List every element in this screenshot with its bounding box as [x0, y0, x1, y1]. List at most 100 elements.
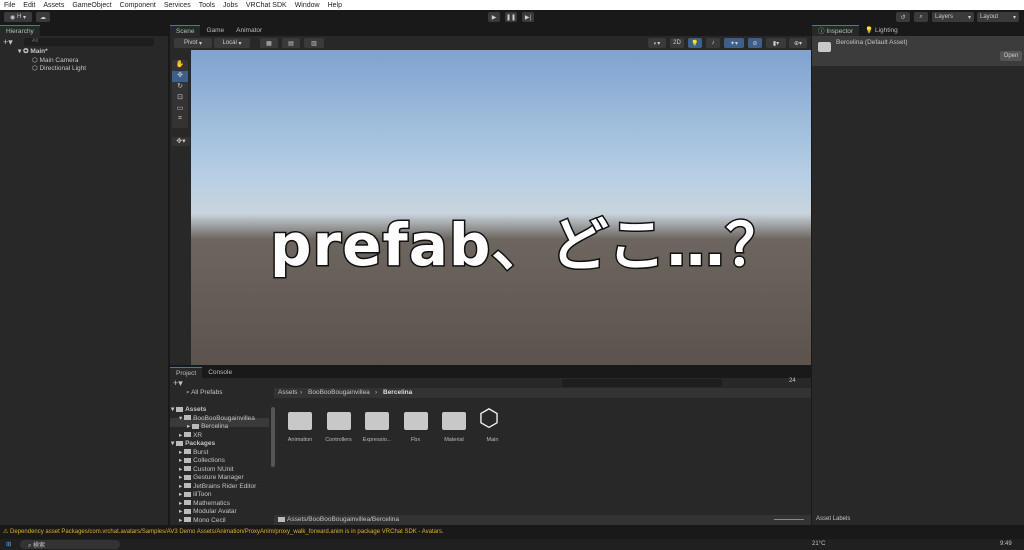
tab-lighting[interactable]: 💡 Lighting — [859, 25, 904, 36]
project-tree-item[interactable]: ▸ Gesture Manager — [179, 473, 244, 481]
hierarchy-item[interactable]: ⬡ Main Camera — [32, 56, 79, 64]
open-button[interactable]: Open — [1000, 51, 1022, 61]
project-tree-item[interactable]: ▸ JetBrains Rider Editor — [179, 482, 256, 490]
lighting-toggle-icon[interactable]: 💡 — [688, 38, 702, 48]
layers-dropdown[interactable]: Layers ▾ — [932, 12, 974, 22]
history-icon[interactable]: ↺ — [896, 12, 910, 22]
play-button[interactable]: ▶ — [488, 12, 500, 22]
increment-snap-button[interactable]: ▥ — [304, 38, 324, 48]
asset-item-label[interactable]: Expressio... — [357, 437, 397, 443]
folder-icon[interactable] — [442, 412, 466, 430]
add-button[interactable]: +▾ — [3, 37, 13, 48]
custom-tool-button[interactable]: ✥▾ — [172, 137, 190, 146]
menu-bar: File Edit Assets GameObject Component Se… — [0, 0, 1024, 10]
menu-tools[interactable]: Tools — [199, 2, 215, 9]
2d-toggle[interactable]: 2D — [670, 38, 684, 48]
camera-button[interactable]: ▮▾ — [766, 38, 786, 48]
project-tree-item[interactable]: ▾ Packages — [171, 439, 215, 447]
asset-item-label[interactable]: Main — [473, 437, 513, 443]
breadcrumb-assets[interactable]: Assets — [278, 389, 298, 396]
project-add-button[interactable]: +▾ — [173, 378, 183, 389]
asset-item-label[interactable]: Material — [434, 437, 474, 443]
transform-tool-icon[interactable]: ⌗ — [172, 115, 188, 126]
project-tree-item[interactable]: ▸ Mathematics — [179, 499, 230, 507]
menu-jobs[interactable]: Jobs — [223, 2, 238, 9]
project-tree-item[interactable]: ▸ Burst — [179, 448, 208, 456]
effects-toggle-icon[interactable]: ✦▾ — [724, 38, 744, 48]
gizmos-button[interactable]: ⊕▾ — [789, 38, 807, 48]
unity-scene-icon[interactable]: ⬡ — [479, 404, 500, 433]
project-tree-item[interactable]: ▸ Custom NUnit — [179, 465, 234, 473]
status-bar[interactable]: ⚠ Dependency asset Packages/com.vrchat.a… — [0, 527, 1024, 537]
scale-tool-icon[interactable]: ⊡ — [172, 93, 188, 104]
menu-services[interactable]: Services — [164, 2, 191, 9]
menu-vrchat-sdk[interactable]: VRChat SDK — [246, 2, 287, 9]
project-tree-item[interactable]: ▸ Collections — [179, 456, 225, 464]
menu-gameobject[interactable]: GameObject — [72, 2, 111, 9]
clock[interactable]: 9:49 — [1000, 541, 1012, 547]
move-tool-icon[interactable]: ✥ — [172, 71, 188, 82]
account-button[interactable]: ◉ H ▾ — [4, 12, 32, 22]
project-tree-item[interactable]: ▾ Assets — [171, 405, 206, 413]
project-tree-item[interactable]: ▾ BooBooBougainvillea — [179, 414, 255, 422]
tab-scene[interactable]: Scene — [170, 25, 201, 36]
layout-dropdown[interactable]: Layout ▾ — [977, 12, 1019, 22]
folder-icon[interactable] — [326, 412, 351, 430]
menu-file[interactable]: File — [4, 2, 15, 9]
taskbar-search[interactable]: ⌕ 検索 — [20, 540, 120, 549]
start-icon[interactable]: ⊞ — [6, 540, 11, 548]
draw-mode-button[interactable]: ◐▾ — [648, 38, 666, 48]
tab-inspector[interactable]: ⓘ Inspector — [812, 25, 860, 36]
tab-game[interactable]: Game — [200, 25, 230, 36]
weather[interactable]: 21°C — [812, 541, 825, 547]
tree-scrollbar[interactable] — [271, 407, 275, 467]
cloud-icon[interactable]: ☁ — [36, 12, 50, 22]
snap-button[interactable]: ▤ — [282, 38, 300, 48]
tab-project[interactable]: Project — [170, 367, 203, 378]
icon-size-slider[interactable] — [774, 519, 804, 520]
folder-icon[interactable] — [365, 412, 389, 430]
folder-icon[interactable] — [288, 412, 312, 430]
menu-assets[interactable]: Assets — [43, 2, 64, 9]
all-prefabs-filter[interactable]: ⌕ All Prefabs — [186, 389, 223, 397]
path-bar: Assets/BooBooBougainvillea/Bercelina — [274, 515, 811, 525]
pivot-dropdown[interactable]: Pivot ▾ — [174, 38, 212, 48]
tab-animator[interactable]: Animator — [230, 25, 268, 36]
hand-tool-icon[interactable]: ✋ — [172, 60, 188, 71]
visibility-toggle-icon[interactable]: ⊘ — [748, 38, 762, 48]
folder-icon[interactable] — [403, 412, 428, 430]
search-label: 検索 — [33, 543, 46, 549]
hierarchy-search-input[interactable]: All — [24, 38, 154, 46]
audio-toggle-icon[interactable]: ♪ — [706, 38, 720, 48]
project-tree-item[interactable]: ▸ Modular Avatar — [179, 507, 237, 515]
project-tree-item[interactable]: ▸ lilToon — [179, 490, 212, 498]
asset-item-label[interactable]: Fbx — [396, 437, 436, 443]
asset-item-label[interactable]: Controllers — [319, 437, 359, 443]
rect-tool-icon[interactable]: ▭ — [172, 104, 188, 115]
tab-console[interactable]: Console — [202, 367, 238, 378]
folder-icon — [184, 483, 192, 489]
scene-item-main[interactable]: ▾ ✪ Main* — [18, 47, 48, 55]
local-dropdown[interactable]: Local ▾ — [214, 38, 250, 48]
project-search-input[interactable] — [562, 379, 722, 387]
menu-help[interactable]: Help — [328, 2, 342, 9]
project-tree-item[interactable]: ▸ Mono Cecil — [179, 516, 226, 524]
pause-button[interactable]: ❚❚ — [505, 12, 517, 22]
layers-label: Layers — [935, 14, 954, 20]
search-icon[interactable]: ⌕ — [914, 12, 928, 22]
menu-window[interactable]: Window — [295, 2, 320, 9]
breadcrumb-boobooo[interactable]: BooBooBougainvillea — [308, 389, 370, 396]
tab-hierarchy[interactable]: Hierarchy — [0, 25, 40, 36]
folder-icon — [184, 432, 192, 438]
asset-item-label[interactable]: Animation — [280, 437, 320, 443]
menu-edit[interactable]: Edit — [23, 2, 35, 9]
grid-snap-button[interactable]: ▦ — [260, 38, 278, 48]
rotate-tool-icon[interactable]: ↻ — [172, 82, 188, 93]
breadcrumb-bercelina[interactable]: Bercelina — [383, 389, 412, 396]
step-button[interactable]: ▶| — [522, 12, 534, 22]
menu-component[interactable]: Component — [120, 2, 156, 9]
hierarchy-item[interactable]: ⬡ Directional Light — [32, 64, 86, 72]
project-tree-item[interactable]: ▸ Bercelina — [187, 422, 228, 430]
project-tree-item[interactable]: ▸ XR — [179, 431, 202, 439]
tree-label: Mathematics — [193, 499, 230, 507]
